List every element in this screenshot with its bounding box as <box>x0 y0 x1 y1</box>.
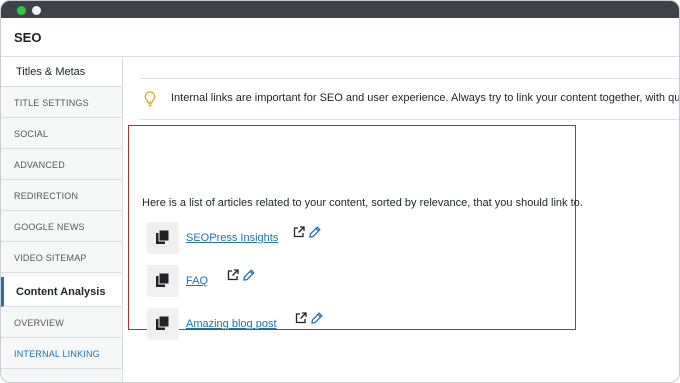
document-icon <box>147 265 179 297</box>
sidebar: Titles & Metas TITLE SETTINGS SOCIAL ADV… <box>1 57 123 382</box>
window-close-button[interactable] <box>17 6 26 15</box>
sidebar-item-video-sitemap[interactable]: VIDEO SITEMAP <box>1 243 121 273</box>
lightbulb-icon <box>144 91 156 107</box>
sidebar-item-title-settings[interactable]: TITLE SETTINGS <box>1 88 121 118</box>
external-link-icon[interactable] <box>227 269 239 281</box>
article-link[interactable]: FAQ <box>186 275 208 287</box>
sidebar-item-redirection[interactable]: REDIRECTION <box>1 181 121 211</box>
page-title: SEO <box>14 30 42 45</box>
pencil-icon[interactable] <box>243 269 255 281</box>
document-icon <box>147 222 179 254</box>
sidebar-item-internal-linking[interactable]: INTERNAL LINKING <box>1 339 121 369</box>
sidebar-item-google-news[interactable]: GOOGLE NEWS <box>1 212 121 242</box>
external-link-icon[interactable] <box>293 226 305 238</box>
pencil-icon[interactable] <box>311 312 323 324</box>
sidebar-section-titles-metas[interactable]: Titles & Metas <box>1 57 121 87</box>
pencil-icon[interactable] <box>309 226 321 238</box>
sidebar-item-social[interactable]: SOCIAL <box>1 119 121 149</box>
window-titlebar <box>1 1 679 18</box>
app-window: SEO Titles & Metas TITLE SETTINGS SOCIAL… <box>0 0 680 383</box>
article-link[interactable]: Amazing blog post <box>186 318 277 330</box>
page-header: SEO <box>1 18 679 57</box>
list-item: FAQ <box>147 265 547 298</box>
window-maximize-button[interactable] <box>32 6 41 15</box>
sidebar-item-overview[interactable]: OVERVIEW <box>1 308 121 338</box>
sidebar-section-content-analysis[interactable]: Content Analysis <box>1 277 121 307</box>
document-icon <box>147 308 179 340</box>
notice-text: Internal links are important for SEO and… <box>171 92 680 104</box>
external-link-icon[interactable] <box>295 312 307 324</box>
internal-links-notice: Internal links are important for SEO and… <box>140 78 680 120</box>
main-content: Internal links are important for SEO and… <box>122 57 680 382</box>
list-item: SEOPress Insights <box>147 222 547 255</box>
article-link[interactable]: SEOPress Insights <box>186 232 278 244</box>
related-articles-intro: Here is a list of articles related to yo… <box>142 197 583 209</box>
sidebar-item-advanced[interactable]: ADVANCED <box>1 150 121 180</box>
related-articles-panel: Here is a list of articles related to yo… <box>128 125 583 340</box>
list-item: Amazing blog post <box>147 308 547 341</box>
